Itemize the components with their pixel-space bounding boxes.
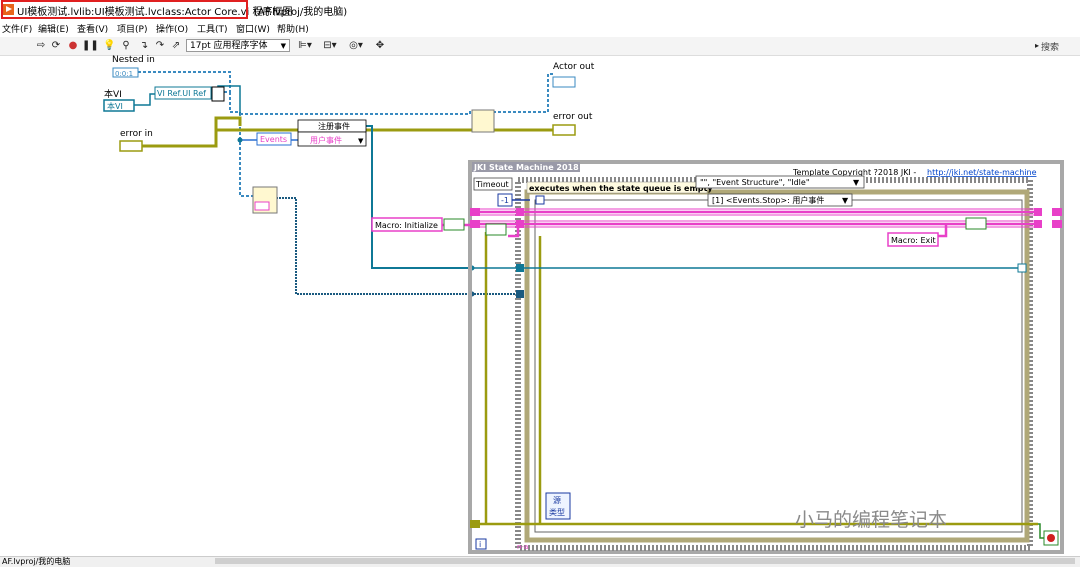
actor-out-label: Actor out xyxy=(553,62,595,72)
bundle-node xyxy=(211,86,225,102)
stop-wire xyxy=(1038,523,1044,539)
font-dropdown-value: 17pt 应用程序字体 xyxy=(190,41,268,51)
cleanup-diagram-icon[interactable]: ✥ xyxy=(373,39,387,52)
events-label: Events xyxy=(260,135,287,144)
build-queue-icon xyxy=(965,217,987,230)
bundle-actor-node[interactable] xyxy=(471,109,495,133)
error-in-control[interactable] xyxy=(119,140,143,152)
tunnel xyxy=(516,290,524,298)
shift-register-left xyxy=(470,520,480,528)
loop-n-label: n-a xyxy=(517,543,528,551)
abort-icon[interactable]: ● xyxy=(67,39,79,52)
property-node-item xyxy=(254,201,270,211)
chevron-down-icon: ▼ xyxy=(358,137,364,145)
chevron-down-icon: ▼ xyxy=(842,196,849,205)
chevron-down-icon: ▼ xyxy=(853,178,860,187)
actor-out-indicator xyxy=(552,76,576,88)
step-over-icon[interactable]: ↷ xyxy=(153,39,167,52)
event-selector-label: [1] <Events.Stop>: 用户事件 xyxy=(712,195,824,205)
parse-state-icon xyxy=(485,223,507,236)
menu-edit[interactable]: 编辑(E) xyxy=(38,22,69,35)
case-label: executes when the state queue is empty xyxy=(529,184,713,193)
shift-register-right xyxy=(1052,208,1062,216)
stop-icon xyxy=(1047,534,1055,542)
menu-help[interactable]: 帮助(H) xyxy=(277,22,309,35)
search-box[interactable]: 搜索 xyxy=(1041,40,1059,53)
step-into-icon[interactable]: ↴ xyxy=(137,39,151,52)
actor-ref-wire xyxy=(240,73,553,115)
vi-ref-node-label: VI Ref.UI Ref xyxy=(157,89,206,98)
timeout-label: Timeout xyxy=(475,180,509,189)
menu-bar: 文件(F) 编辑(E) 查看(V) 项目(P) 操作(O) 工具(T) 窗口(W… xyxy=(0,21,1080,36)
iteration-label: i xyxy=(479,540,481,549)
this-vi-const-label: 本VI xyxy=(107,101,123,111)
menu-window[interactable]: 窗口(W) xyxy=(236,22,270,35)
nested-in-label: Nested in xyxy=(112,55,155,65)
macro-exit-label: Macro: Exit xyxy=(891,236,936,245)
search-chevron-icon[interactable]: ▸ xyxy=(1033,39,1041,52)
tunnel xyxy=(1017,263,1027,273)
retain-wire-values-icon[interactable]: ⚲ xyxy=(119,39,133,52)
source-label: 源 xyxy=(553,496,561,505)
error-out-label: error out xyxy=(553,112,593,122)
run-continuously-icon[interactable]: ⟳ xyxy=(49,39,63,52)
nested-in-glyph: 0:0:1 xyxy=(115,70,133,78)
macro-init-label: Macro: Initialize xyxy=(375,221,438,230)
build-queue-icon xyxy=(443,218,465,231)
wire-junction xyxy=(237,137,243,143)
copyright-link[interactable]: http://jki.net/state-machine xyxy=(927,168,1037,177)
title-bar: UI模板测试.lvlib:UI模板测试.lvclass:Actor Core.v… xyxy=(0,0,1080,20)
title-highlight-box xyxy=(1,0,248,19)
tunnel xyxy=(516,220,524,228)
menu-tools[interactable]: 工具(T) xyxy=(197,22,228,35)
menu-operate[interactable]: 操作(O) xyxy=(156,22,188,35)
tunnel xyxy=(516,264,524,272)
register-events-label: 注册事件 xyxy=(318,121,350,131)
run-arrow-icon[interactable]: ⇨ xyxy=(35,39,47,52)
type-label: 类型 xyxy=(549,507,565,517)
horizontal-scrollbar[interactable] xyxy=(215,558,1075,564)
shift-register-right xyxy=(1052,220,1062,228)
window-project: (AF.lvproj/我的电脑) xyxy=(254,7,348,18)
align-objects-icon[interactable]: ⊫▾ xyxy=(296,39,314,52)
error-out-indicator xyxy=(552,124,576,136)
timeout-value: -1 xyxy=(501,196,509,205)
event-reg-wire xyxy=(366,125,474,269)
tunnel xyxy=(1034,220,1042,228)
shift-register-left xyxy=(470,220,480,228)
tunnel xyxy=(1034,208,1042,216)
case-selector-label: "", "Event Structure", "Idle" xyxy=(700,178,810,187)
menu-project[interactable]: 项目(P) xyxy=(117,22,147,35)
reorder-icon[interactable]: ◎▾ xyxy=(346,39,366,52)
distribute-objects-icon[interactable]: ⊟▾ xyxy=(320,39,340,52)
tunnel xyxy=(516,208,524,216)
watermark: 小马的编程笔记本 xyxy=(795,509,948,531)
this-vi-label: 本VI xyxy=(104,90,122,100)
timeout-terminal xyxy=(535,195,545,205)
toolbar: ⇨ ⟳ ● ❚❚ 💡 ⚲ ↴ ↷ ⇗ ⊫▾ ⊟▾ ◎▾ ✥ ▸ xyxy=(0,37,1080,56)
block-diagram: JKI State Machine 2018 Template Copyrigh… xyxy=(103,67,1064,554)
error-in-label: error in xyxy=(120,129,153,139)
user-event-label: 用户事件 xyxy=(310,135,342,145)
jki-title: JKI State Machine 2018 xyxy=(473,163,579,172)
highlight-execution-icon[interactable]: 💡 xyxy=(103,39,115,52)
step-out-icon[interactable]: ⇗ xyxy=(169,39,183,52)
font-dropdown[interactable]: 17pt 应用程序字体 ▼ xyxy=(186,39,290,52)
menu-file[interactable]: 文件(F) xyxy=(2,22,32,35)
chevron-down-icon: ▼ xyxy=(280,42,286,50)
menu-view[interactable]: 查看(V) xyxy=(77,22,108,35)
event-structure-inner xyxy=(534,199,1023,533)
shift-register-left xyxy=(470,208,480,216)
pause-icon[interactable]: ❚❚ xyxy=(82,39,99,52)
